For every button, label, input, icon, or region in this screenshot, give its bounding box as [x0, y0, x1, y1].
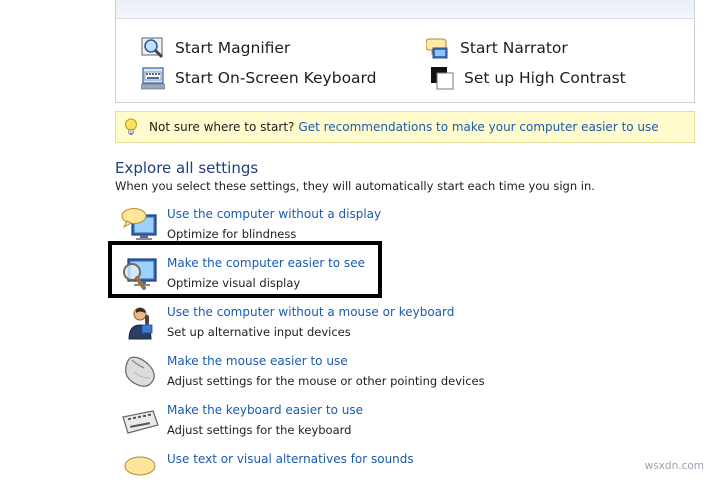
explore-title: Explore all settings: [115, 159, 259, 177]
onscreen-keyboard-icon: [140, 66, 166, 90]
setting-mouse-easier-link[interactable]: Make the mouse easier to use: [167, 354, 348, 368]
setting-without-display-sub: Optimize for blindness: [167, 227, 297, 241]
setting-keyboard-easier-sub: Adjust settings for the keyboard: [167, 423, 352, 437]
start-onscreen-keyboard-button[interactable]: Start On-Screen Keyboard: [140, 66, 377, 90]
setting-mouse-easier-sub: Adjust settings for the mouse or other p…: [167, 374, 485, 388]
keyboard-icon: [120, 403, 160, 441]
person-microphone-icon: [120, 305, 160, 343]
get-recommendations-link[interactable]: Get recommendations to make your compute…: [298, 120, 658, 134]
watermark: wsxdn.com: [644, 460, 704, 472]
recommendation-hint-bar: Not sure where to start? Get recommendat…: [115, 111, 695, 143]
start-magnifier-button[interactable]: Start Magnifier: [141, 36, 290, 60]
mouse-icon: [120, 354, 160, 392]
speech-bubble-icon: [120, 452, 160, 490]
setting-sound-alternatives: Use text or visual alternatives for soun…: [120, 452, 680, 494]
explore-description: When you select these settings, they wil…: [115, 179, 595, 193]
high-contrast-icon: [430, 66, 454, 90]
start-onscreen-keyboard-label: Start On-Screen Keyboard: [175, 69, 377, 87]
lightbulb-icon: [124, 118, 138, 136]
narrator-icon: [425, 36, 450, 60]
start-narrator-label: Start Narrator: [460, 39, 568, 57]
setup-high-contrast-button[interactable]: Set up High Contrast: [430, 66, 626, 90]
quick-access-panel: Start Magnifier Start Narrator Start On-…: [115, 0, 695, 103]
speech-display-icon: [120, 207, 160, 245]
setting-without-display-link[interactable]: Use the computer without a display: [167, 207, 381, 221]
setting-without-mouse-keyboard-link[interactable]: Use the computer without a mouse or keyb…: [167, 305, 454, 319]
setting-keyboard-easier-link[interactable]: Make the keyboard easier to use: [167, 403, 363, 417]
setting-sound-alternatives-link[interactable]: Use text or visual alternatives for soun…: [167, 452, 414, 466]
magnifier-icon: [141, 36, 165, 60]
start-narrator-button[interactable]: Start Narrator: [425, 36, 568, 60]
setting-without-mouse-keyboard: Use the computer without a mouse or keyb…: [120, 305, 680, 347]
setting-without-mouse-keyboard-sub: Set up alternative input devices: [167, 325, 351, 339]
panel-top-strip: [116, 0, 694, 19]
setup-high-contrast-label: Set up High Contrast: [464, 69, 626, 87]
setting-mouse-easier: Make the mouse easier to use Adjust sett…: [120, 354, 680, 396]
start-magnifier-label: Start Magnifier: [175, 39, 291, 57]
setting-keyboard-easier: Make the keyboard easier to use Adjust s…: [120, 403, 680, 445]
hint-text: Not sure where to start?: [149, 120, 295, 134]
highlight-annotation-box: [108, 241, 382, 298]
